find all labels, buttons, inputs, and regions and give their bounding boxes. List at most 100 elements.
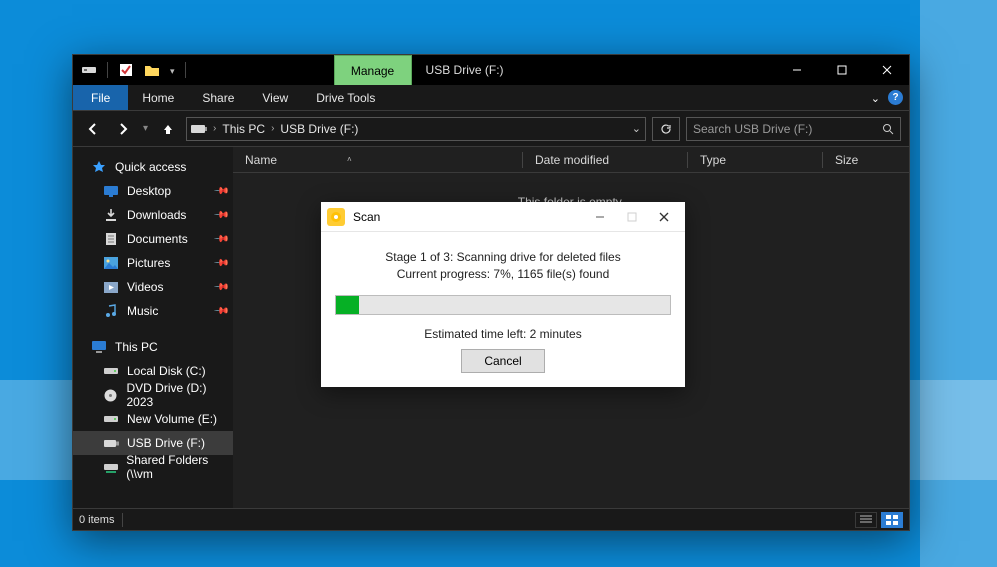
- download-icon: [103, 207, 119, 223]
- help-icon[interactable]: ?: [888, 90, 903, 105]
- pin-icon: 📌: [212, 255, 229, 272]
- pin-icon: 📌: [212, 207, 229, 224]
- sidebar-item-label: Local Disk (C:): [127, 364, 206, 378]
- documents-icon: [103, 231, 119, 247]
- sidebar-item-label: Downloads: [127, 208, 186, 222]
- share-tab[interactable]: Share: [188, 85, 248, 110]
- cancel-button[interactable]: Cancel: [461, 349, 544, 373]
- col-size[interactable]: Size: [835, 153, 909, 167]
- column-resizer[interactable]: [822, 152, 823, 168]
- maximize-button[interactable]: [819, 55, 864, 85]
- col-type[interactable]: Type: [700, 153, 810, 167]
- sidebar-documents[interactable]: Documents 📌: [73, 227, 233, 251]
- chevron-right-icon: ›: [213, 123, 216, 134]
- scan-minimize-button[interactable]: [585, 206, 615, 228]
- close-button[interactable]: [864, 55, 909, 85]
- sidebar-videos[interactable]: Videos 📌: [73, 275, 233, 299]
- sidebar-this-pc[interactable]: This PC: [73, 335, 233, 359]
- address-dropdown-icon[interactable]: ⌄: [632, 122, 641, 135]
- recuva-icon: [327, 208, 345, 226]
- sidebar-item-label: Quick access: [115, 160, 186, 174]
- sidebar-local-disk[interactable]: Local Disk (C:): [73, 359, 233, 383]
- videos-icon: [103, 279, 119, 295]
- up-button[interactable]: [156, 117, 180, 141]
- file-tab[interactable]: File: [73, 85, 128, 110]
- scan-progress-bar: [335, 295, 671, 315]
- column-resizer[interactable]: [687, 152, 688, 168]
- sidebar-item-label: Music: [127, 304, 158, 318]
- scan-title-text: Scan: [353, 210, 585, 224]
- forward-button[interactable]: [111, 117, 135, 141]
- music-icon: [103, 303, 119, 319]
- window-title: USB Drive (F:): [412, 55, 518, 85]
- manage-context-tab[interactable]: Manage: [334, 55, 412, 85]
- column-resizer[interactable]: [522, 152, 523, 168]
- quick-access-toolbar: ▾: [73, 55, 194, 85]
- scan-stage-text: Stage 1 of 3: Scanning drive for deleted…: [335, 250, 671, 264]
- scan-body: Stage 1 of 3: Scanning drive for deleted…: [321, 232, 685, 387]
- pc-icon: [91, 339, 107, 355]
- scan-titlebar: Scan: [321, 202, 685, 232]
- minimize-button[interactable]: [774, 55, 819, 85]
- sidebar-item-label: DVD Drive (D:) 2023: [126, 381, 233, 409]
- nav-pane: Quick access Desktop 📌 Downloads 📌 Docum…: [73, 147, 233, 508]
- qat-dropdown-icon[interactable]: ▾: [170, 66, 175, 77]
- sidebar-item-label: Videos: [127, 280, 163, 294]
- new-folder-icon[interactable]: [144, 62, 160, 78]
- view-tab[interactable]: View: [248, 85, 302, 110]
- scan-maximize-button[interactable]: [617, 206, 647, 228]
- sidebar-item-label: Pictures: [127, 256, 170, 270]
- sidebar-new-volume[interactable]: New Volume (E:): [73, 407, 233, 431]
- ribbon-tabs: File Home Share View Drive Tools ⌄ ?: [73, 85, 909, 111]
- scan-close-button[interactable]: [649, 206, 679, 228]
- recent-locations-icon[interactable]: ▾: [141, 123, 150, 134]
- desktop-bg-stripe-vertical: [920, 0, 997, 567]
- search-input[interactable]: Search USB Drive (F:): [686, 117, 901, 141]
- sidebar-item-label: New Volume (E:): [127, 412, 217, 426]
- details-view-button[interactable]: [855, 512, 877, 528]
- sidebar-music[interactable]: Music 📌: [73, 299, 233, 323]
- col-name[interactable]: Name ˄: [245, 153, 510, 167]
- sidebar-pictures[interactable]: Pictures 📌: [73, 251, 233, 275]
- sidebar-dvd-drive[interactable]: DVD Drive (D:) 2023: [73, 383, 233, 407]
- sidebar-item-label: This PC: [115, 340, 158, 354]
- scan-eta-text: Estimated time left: 2 minutes: [335, 327, 671, 341]
- back-button[interactable]: [81, 117, 105, 141]
- collapse-ribbon-icon[interactable]: ⌄: [871, 92, 880, 105]
- window-controls: [774, 55, 909, 85]
- pin-icon: 📌: [212, 279, 229, 296]
- sidebar-downloads[interactable]: Downloads 📌: [73, 203, 233, 227]
- scan-dialog: Scan Stage 1 of 3: Scanning drive for de…: [321, 202, 685, 387]
- col-date[interactable]: Date modified: [535, 153, 675, 167]
- breadcrumb-current[interactable]: USB Drive (F:): [280, 122, 358, 136]
- drive-icon: [81, 62, 97, 78]
- address-bar[interactable]: › This PC › USB Drive (F:) ⌄: [186, 117, 646, 141]
- separator: [107, 62, 108, 78]
- nav-row: ▾ › This PC › USB Drive (F:) ⌄ Search US…: [73, 111, 909, 147]
- separator: [185, 62, 186, 78]
- sidebar-item-label: USB Drive (F:): [127, 436, 205, 450]
- sidebar-usb-drive[interactable]: USB Drive (F:): [73, 431, 233, 455]
- sort-ascending-icon: ˄: [347, 155, 352, 164]
- properties-icon[interactable]: [118, 62, 134, 78]
- pin-icon: 📌: [212, 303, 229, 320]
- chevron-right-icon: ›: [271, 123, 274, 134]
- sidebar-item-label: Desktop: [127, 184, 171, 198]
- sidebar-quick-access[interactable]: Quick access: [73, 155, 233, 179]
- refresh-button[interactable]: [652, 117, 680, 141]
- thumbnails-view-button[interactable]: [881, 512, 903, 528]
- usb-icon: [103, 435, 119, 451]
- home-tab[interactable]: Home: [128, 85, 188, 110]
- sidebar-desktop[interactable]: Desktop 📌: [73, 179, 233, 203]
- breadcrumb-this-pc[interactable]: This PC: [222, 122, 265, 136]
- status-bar: 0 items: [73, 508, 909, 530]
- drive-tools-tab[interactable]: Drive Tools: [302, 85, 389, 110]
- sidebar-item-label: Shared Folders (\\vm: [126, 453, 233, 481]
- scan-progress-text: Current progress: 7%, 1165 file(s) found: [335, 267, 671, 281]
- usb-drive-icon: [191, 121, 207, 137]
- pictures-icon: [103, 255, 119, 271]
- pin-icon: 📌: [212, 183, 229, 200]
- sidebar-item-label: Documents: [127, 232, 188, 246]
- hdd-icon: [103, 363, 119, 379]
- sidebar-shared-folders[interactable]: Shared Folders (\\vm: [73, 455, 233, 479]
